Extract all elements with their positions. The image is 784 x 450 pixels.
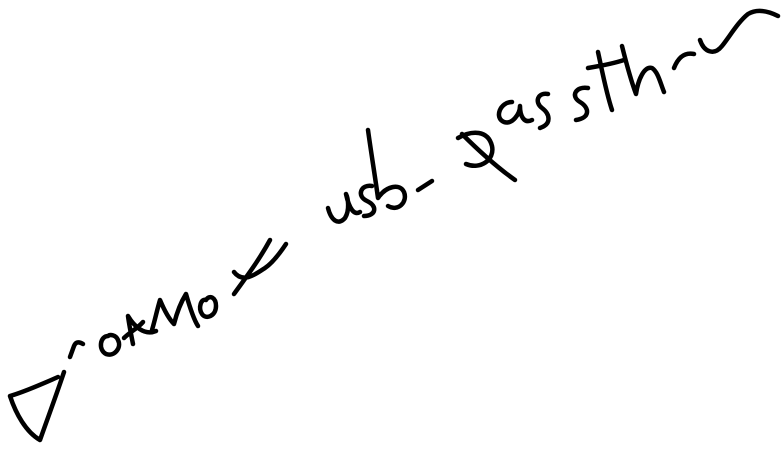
stroke-u bbox=[325, 191, 363, 224]
stroke-h bbox=[619, 43, 667, 97]
stroke-hyphen bbox=[415, 178, 435, 193]
stroke-r2 bbox=[671, 51, 697, 71]
stroke-p2 bbox=[455, 130, 518, 183]
stroke-x2 bbox=[231, 237, 289, 297]
stroke-t bbox=[585, 49, 627, 113]
stroke-o2 bbox=[197, 294, 219, 319]
handwriting-canvas: proxmox usb-passthru bbox=[0, 0, 784, 450]
stroke-o1 bbox=[98, 332, 122, 357]
stroke-a bbox=[496, 99, 535, 125]
stroke-m bbox=[149, 291, 201, 333]
stroke-s1 bbox=[358, 183, 377, 219]
stroke-p bbox=[7, 369, 67, 443]
handwritten-word-usb-passthru bbox=[325, 8, 781, 224]
handwritten-word-proxmox bbox=[7, 237, 289, 443]
handwriting-svg bbox=[7, 8, 781, 443]
stroke-b bbox=[365, 127, 408, 210]
stroke-s2 bbox=[535, 91, 551, 131]
stroke-s3 bbox=[572, 85, 591, 123]
stroke-r bbox=[67, 340, 86, 360]
stroke-u-tail bbox=[697, 8, 781, 54]
